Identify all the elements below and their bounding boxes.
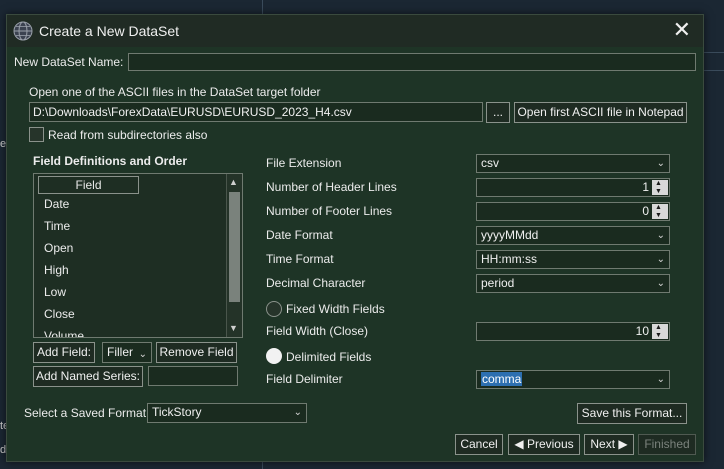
list-item[interactable]: Open	[44, 241, 73, 255]
time-format-select[interactable]: HH:mm:ss ⌄	[476, 250, 670, 269]
file-extension-value: csv	[481, 156, 499, 170]
field-delimiter-value: comma	[481, 372, 523, 386]
saved-format-label: Select a Saved Format	[24, 406, 147, 420]
remove-field-button[interactable]: Remove Field	[156, 342, 237, 363]
list-item[interactable]: Close	[44, 307, 75, 321]
field-delimiter-label: Field Delimiter	[266, 372, 343, 386]
spin-arrows-icon[interactable]: ▲ ▼	[652, 180, 668, 195]
chevron-down-icon: ⌄	[656, 254, 665, 265]
named-series-input[interactable]	[148, 366, 238, 386]
add-field-button[interactable]: Add Field:	[33, 342, 95, 363]
list-item[interactable]: Low	[44, 285, 66, 299]
field-width-value: 10	[635, 324, 649, 338]
save-format-button[interactable]: Save this Format...	[577, 403, 687, 424]
read-subdirectories-label: Read from subdirectories also	[48, 128, 208, 142]
chevron-right-icon: ▶	[615, 437, 628, 451]
chevron-down-icon: ⌄	[656, 278, 665, 289]
dialog-title: Create a New DataSet	[39, 23, 180, 39]
chevron-down-icon: ⌄	[293, 407, 302, 418]
list-item[interactable]: Time	[44, 219, 70, 233]
read-subdirectories-checkbox[interactable]	[29, 127, 44, 142]
browse-button[interactable]: ...	[486, 102, 510, 123]
list-item[interactable]: High	[44, 263, 69, 277]
chevron-down-icon: ⌄	[138, 349, 147, 360]
open-in-notepad-button[interactable]: Open first ASCII file in Notepad	[514, 102, 687, 123]
chevron-down-icon: ⌄	[656, 158, 665, 169]
fixed-width-label: Fixed Width Fields	[286, 302, 385, 316]
file-path-input[interactable]: D:\Downloads\ForexData\EURUSD\EURUSD_202…	[29, 102, 483, 122]
next-button-label: Next	[590, 437, 616, 451]
time-format-value: HH:mm:ss	[481, 252, 537, 266]
spin-arrows-icon[interactable]: ▲ ▼	[652, 204, 668, 219]
scroll-thumb[interactable]	[229, 192, 240, 302]
create-dataset-dialog: Create a New DataSet ✕ New DataSet Name:…	[6, 14, 704, 462]
header-lines-label: Number of Header Lines	[266, 180, 397, 194]
cancel-button[interactable]: Cancel	[455, 434, 503, 455]
date-format-label: Date Format	[266, 228, 333, 242]
file-extension-label: File Extension	[266, 156, 342, 170]
scroll-down-icon[interactable]: ▼	[229, 323, 238, 333]
finished-button[interactable]: Finished	[638, 434, 696, 455]
saved-format-value: TickStory	[152, 405, 202, 419]
globe-icon	[13, 21, 33, 41]
delimited-fields-label: Delimited Fields	[286, 350, 372, 364]
close-icon[interactable]: ✕	[673, 18, 691, 42]
next-button[interactable]: Next ▶	[584, 434, 634, 455]
field-list-scrollbar[interactable]: ▲ ▼	[226, 174, 242, 337]
field-delimiter-select[interactable]: comma ⌄	[476, 370, 670, 389]
filler-select-value: Filler	[107, 345, 133, 359]
add-named-series-button[interactable]: Add Named Series:	[33, 366, 143, 387]
field-column-header[interactable]: Field	[38, 176, 139, 194]
date-format-select[interactable]: yyyyMMdd ⌄	[476, 226, 670, 245]
filler-select[interactable]: Filler ⌄	[102, 342, 152, 363]
dialog-titlebar: Create a New DataSet ✕	[7, 15, 703, 47]
field-list[interactable]: Field Date Time Open High Low Close Volu…	[33, 173, 243, 338]
scroll-up-icon[interactable]: ▲	[229, 177, 238, 187]
previous-button-label: Previous	[526, 437, 574, 451]
fixed-width-radio[interactable]	[266, 301, 282, 317]
chevron-left-icon: ◀	[514, 437, 527, 451]
header-lines-stepper[interactable]: 1 ▲ ▼	[476, 178, 670, 197]
time-format-label: Time Format	[266, 252, 334, 266]
decimal-character-select[interactable]: period ⌄	[476, 274, 670, 293]
open-file-label: Open one of the ASCII files in the DataS…	[29, 85, 321, 99]
file-extension-select[interactable]: csv ⌄	[476, 154, 670, 173]
spin-arrows-icon[interactable]: ▲ ▼	[652, 324, 668, 339]
delimited-fields-radio[interactable]	[266, 348, 282, 364]
footer-lines-label: Number of Footer Lines	[266, 204, 393, 218]
chevron-down-icon: ⌄	[656, 230, 665, 241]
date-format-value: yyyyMMdd	[481, 228, 539, 242]
dataset-name-input[interactable]	[128, 53, 696, 71]
footer-lines-stepper[interactable]: 0 ▲ ▼	[476, 202, 670, 221]
list-item[interactable]: Volume	[44, 329, 84, 337]
saved-format-select[interactable]: TickStory ⌄	[147, 403, 307, 423]
field-width-label: Field Width (Close)	[266, 324, 369, 338]
decimal-character-value: period	[481, 276, 515, 290]
field-definitions-heading: Field Definitions and Order	[33, 154, 188, 168]
list-item[interactable]: Date	[44, 197, 69, 211]
field-width-stepper[interactable]: 10 ▲ ▼	[476, 322, 670, 341]
footer-lines-value: 0	[642, 204, 649, 218]
header-lines-value: 1	[642, 180, 649, 194]
previous-button[interactable]: ◀ Previous	[508, 434, 580, 455]
dataset-name-label: New DataSet Name:	[14, 55, 124, 69]
chevron-down-icon: ⌄	[656, 374, 665, 385]
decimal-character-label: Decimal Character	[266, 276, 366, 290]
